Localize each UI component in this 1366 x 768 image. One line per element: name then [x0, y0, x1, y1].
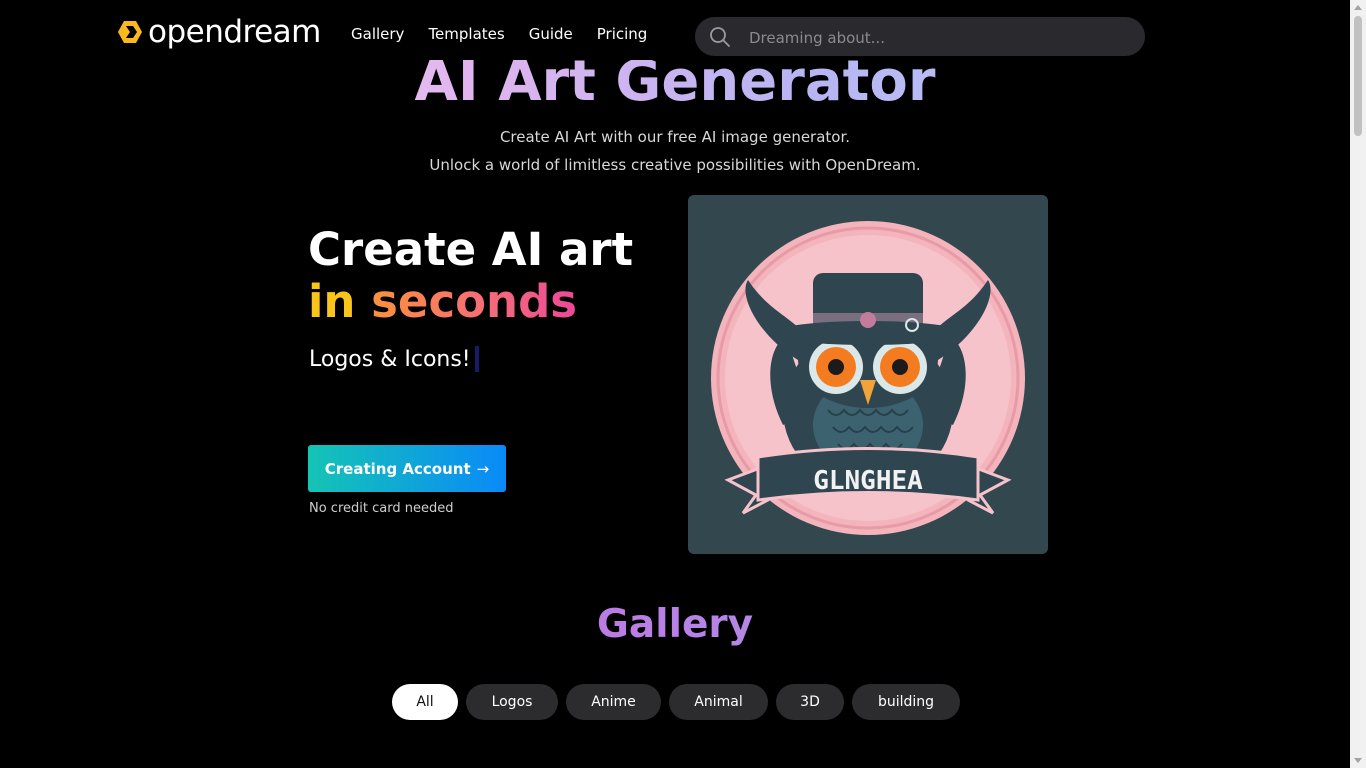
scroll-thumb[interactable]	[1354, 16, 1362, 136]
headline-line-2: in seconds	[308, 276, 633, 328]
search-bar	[695, 17, 1145, 58]
sample-art-image: GLNGHEA	[688, 195, 1048, 554]
gallery-title-text: Gallery	[596, 602, 754, 647]
main-nav: Gallery Templates Guide Pricing	[351, 25, 647, 43]
headline-word-in: in	[308, 275, 356, 328]
brand-name: opendream	[148, 14, 321, 50]
typing-caret	[474, 346, 479, 372]
search-icon[interactable]	[709, 26, 731, 48]
filter-all[interactable]: All	[392, 684, 458, 720]
cta-label: Creating Account	[324, 459, 471, 478]
page-scrollbar[interactable]	[1350, 0, 1366, 768]
banner-text: GLNGHEA	[813, 466, 923, 496]
search-input[interactable]	[747, 17, 1131, 58]
scroll-up-arrow-icon[interactable]	[1354, 5, 1362, 10]
scroll-down-arrow-icon[interactable]	[1354, 758, 1362, 763]
nav-pricing[interactable]: Pricing	[597, 25, 648, 43]
nav-templates[interactable]: Templates	[428, 25, 504, 43]
filter-logos[interactable]: Logos	[466, 684, 558, 720]
typing-text-value: Logos & Icons!	[309, 346, 471, 372]
nav-guide[interactable]: Guide	[529, 25, 573, 43]
filter-3d[interactable]: 3D	[776, 684, 844, 720]
headline-line-1: Create AI art	[308, 223, 634, 276]
nav-gallery[interactable]: Gallery	[351, 25, 404, 43]
gallery-title: Gallery	[0, 602, 1350, 647]
filter-anime[interactable]: Anime	[566, 684, 661, 720]
opendream-logo-icon	[118, 21, 142, 43]
headline-word-seconds: seconds	[371, 275, 578, 328]
arrow-right-icon: →	[476, 459, 490, 478]
brand-logo[interactable]: opendream	[118, 14, 321, 50]
create-account-button[interactable]: Creating Account →	[308, 445, 506, 492]
filter-building[interactable]: building	[852, 684, 960, 720]
no-credit-card-note: No credit card needed	[309, 501, 454, 516]
hero-headline: Create AI art in seconds	[308, 224, 633, 328]
hero-subtitle-1: Create AI Art with our free AI image gen…	[499, 128, 851, 146]
owl-logo-illustration: GLNGHEA	[711, 221, 1025, 535]
hero-subtitle-2: Unlock a world of limitless creative pos…	[429, 156, 921, 174]
typing-text: Logos & Icons!	[309, 346, 479, 372]
filter-animal[interactable]: Animal	[669, 684, 768, 720]
gallery-filters: All Logos Anime Animal 3D building	[392, 684, 960, 720]
